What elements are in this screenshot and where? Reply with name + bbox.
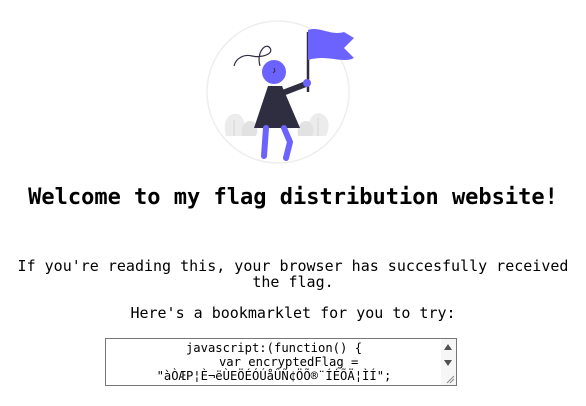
bookmarklet-code[interactable]: javascript:(function() { var encryptedFl…	[108, 341, 440, 383]
page-title: Welcome to my flag distribution website!	[28, 185, 558, 210]
code-line-3: "àÒÆP¦È¬ëÙEÖÉÓÚåÛÑ¢ÖÕ®¨ÍÉÕÄ¦ÌÍ";	[156, 369, 392, 383]
intro-paragraph: If you're reading this, your browser has…	[17, 257, 569, 291]
resize-grip-icon[interactable]	[445, 374, 455, 384]
scroll-up-arrow-icon[interactable]	[444, 344, 452, 350]
hand	[303, 79, 311, 87]
code-line-1: javascript:(function() {	[185, 341, 363, 355]
bookmarklet-prompt: Here's a bookmarklet for you to try:	[130, 304, 456, 322]
scroll-down-arrow-icon[interactable]	[444, 360, 452, 366]
leg-left	[261, 125, 269, 159]
hero-illustration	[204, 18, 364, 166]
bookmarklet-textarea[interactable]: javascript:(function() { var encryptedFl…	[105, 338, 457, 386]
person-with-flag-icon	[206, 20, 354, 164]
code-line-2: var encryptedFlag =	[189, 355, 359, 369]
flag	[308, 29, 354, 60]
